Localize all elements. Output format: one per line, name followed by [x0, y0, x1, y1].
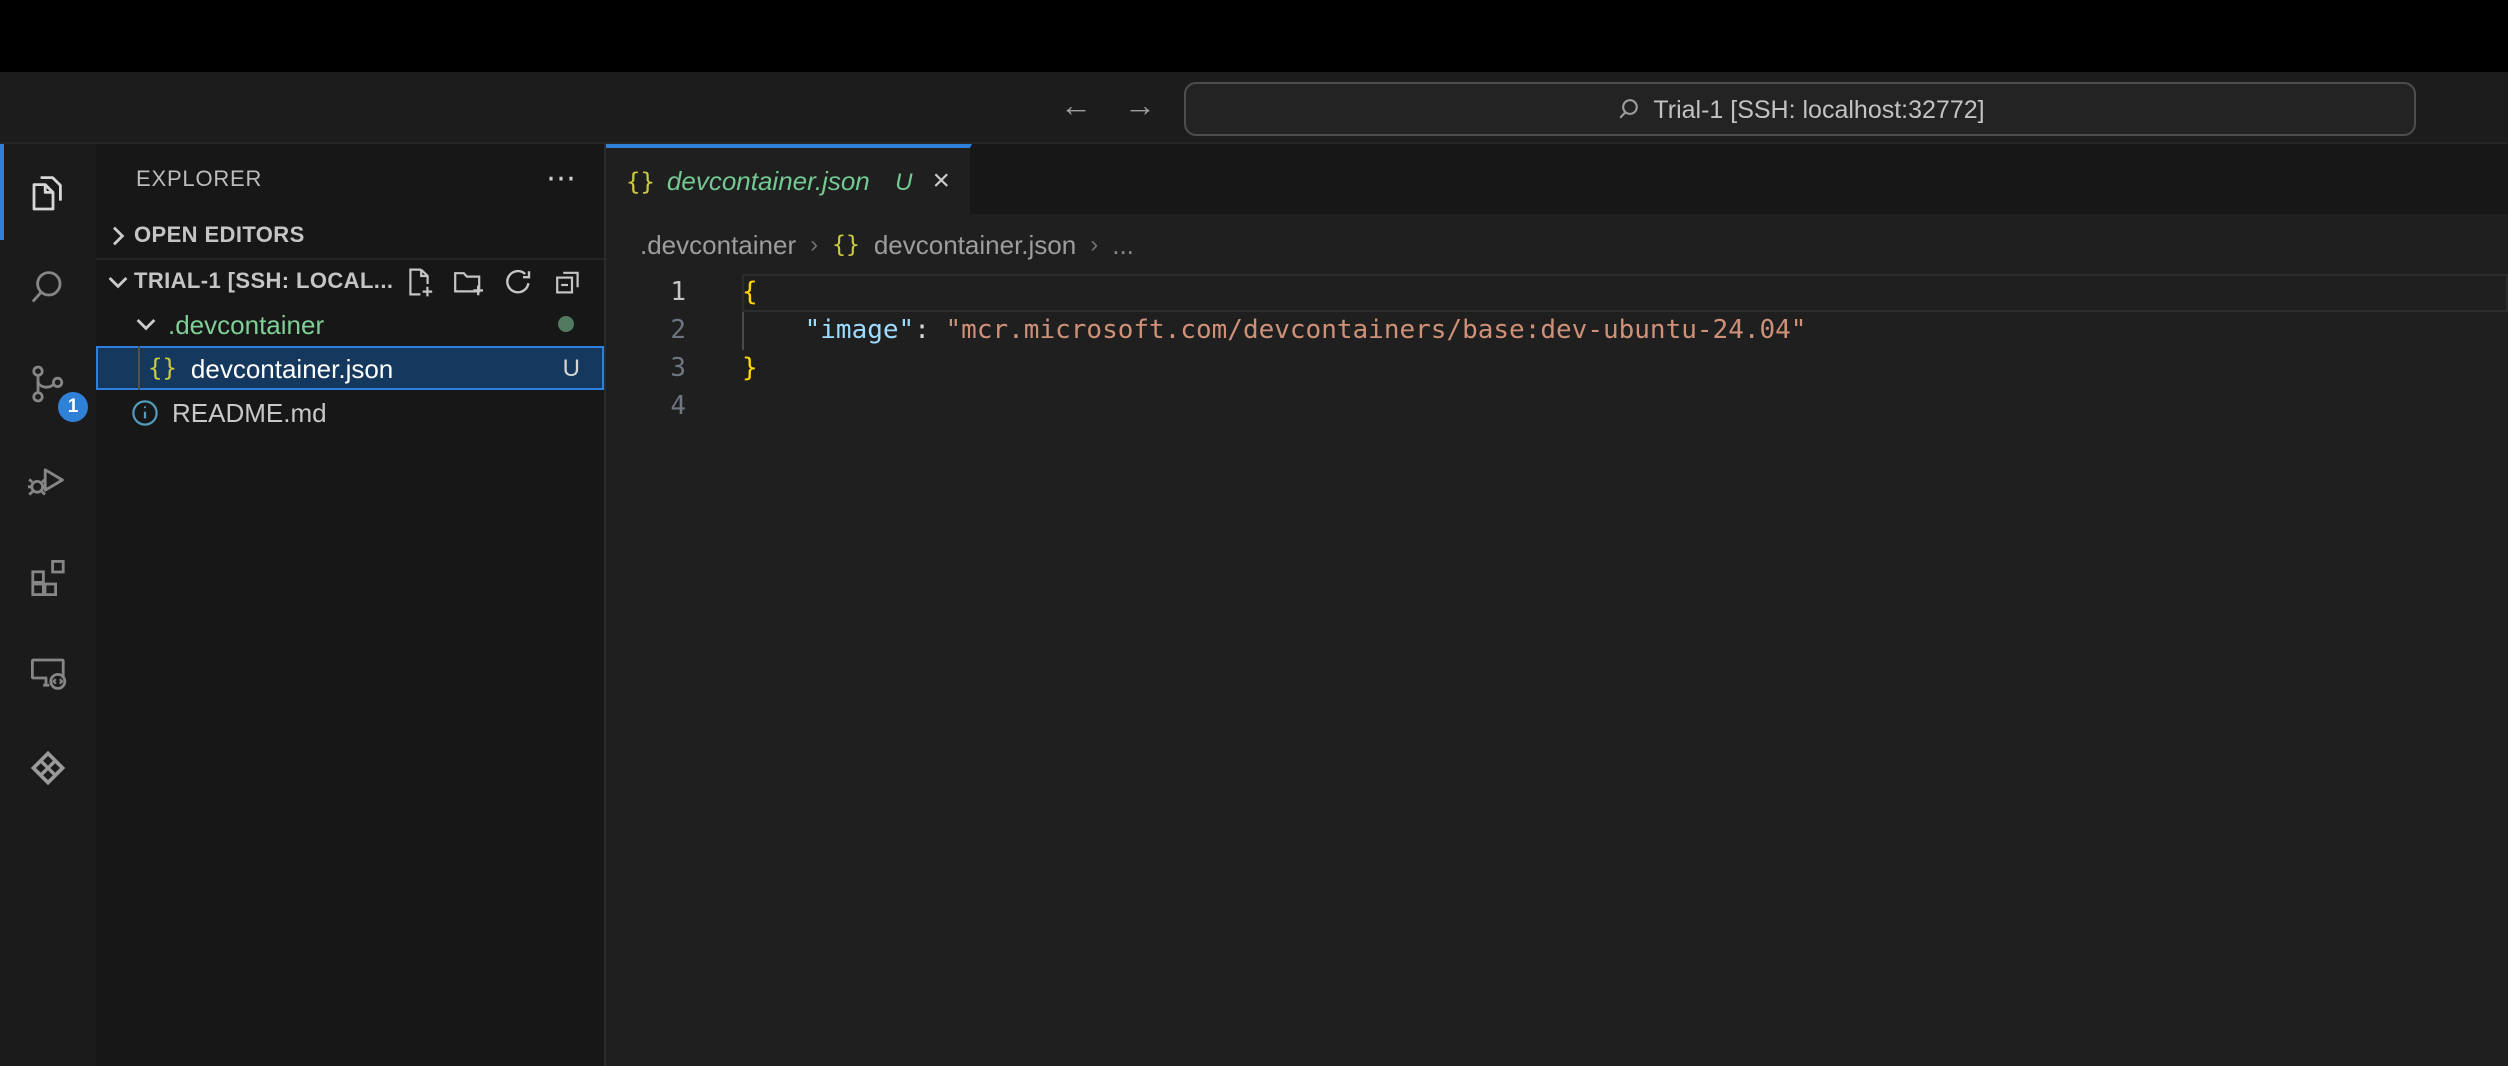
indent-guide	[742, 312, 744, 350]
vscode-window: ← → Trial-1 [SSH: localhost:32772]	[0, 0, 2508, 1066]
new-folder-icon[interactable]	[452, 265, 484, 297]
json-file-icon: {}	[832, 230, 860, 258]
collapse-all-icon[interactable]	[552, 265, 584, 297]
breadcrumb: .devcontainer › {} devcontainer.json › .…	[606, 214, 2508, 274]
activitybar-search[interactable]	[0, 240, 96, 336]
file-name: README.md	[172, 397, 327, 427]
tree-item-readme[interactable]: README.md	[96, 390, 604, 434]
code-line-3: 3 }	[606, 350, 2508, 388]
activitybar-run-debug[interactable]	[0, 432, 96, 528]
new-file-icon[interactable]	[402, 265, 434, 297]
explorer-actions	[402, 265, 584, 297]
activitybar-marketplace-diamond[interactable]	[0, 720, 96, 816]
code-editor[interactable]: 1 { 2 "image": "mcr.microsoft.com/devcon…	[606, 274, 2508, 1066]
search-icon	[1615, 96, 1641, 122]
json-file-icon: {}	[148, 354, 177, 382]
line-number: 3	[606, 350, 686, 388]
activitybar-remote-explorer[interactable]	[0, 624, 96, 720]
files-icon	[28, 168, 72, 216]
code-line-2: 2 "image": "mcr.microsoft.com/devcontain…	[606, 312, 2508, 350]
file-name: devcontainer.json	[191, 353, 563, 383]
tree-indent-guide	[138, 346, 140, 390]
tab-bar: {} devcontainer.json U ×	[606, 144, 2508, 214]
search-icon	[24, 264, 72, 312]
editor-area: {} devcontainer.json U × .devcontainer ›…	[606, 144, 2508, 1066]
open-editors-label: OPEN EDITORS	[134, 224, 604, 248]
tree-item-devcontainer-json[interactable]: {} devcontainer.json U	[96, 346, 604, 390]
property-token: "image"	[805, 316, 915, 346]
extensions-icon	[24, 552, 72, 600]
titlebar: ← → Trial-1 [SSH: localhost:32772]	[0, 72, 2508, 144]
git-untracked-dot	[558, 316, 574, 332]
code-line-1: 1 {	[606, 274, 2508, 312]
chevron-down-icon	[130, 308, 162, 340]
breadcrumb-symbol[interactable]: ...	[1112, 229, 1134, 259]
tab-devcontainer-json[interactable]: {} devcontainer.json U ×	[606, 144, 972, 214]
line-number: 1	[606, 274, 686, 312]
open-brace-token: {	[742, 278, 758, 308]
project-section[interactable]: TRIAL-1 [SSH: LOCAL...	[96, 258, 604, 302]
command-center-label: Trial-1 [SSH: localhost:32772]	[1653, 95, 1984, 123]
sidebar-explorer: EXPLORER ⋯ OPEN EDITORS TRIAL-1 [SSH: LO…	[96, 144, 606, 1066]
info-icon	[130, 397, 160, 427]
history-navigation: ← →	[1054, 72, 1162, 142]
space-token	[930, 316, 946, 346]
scm-changes-badge: 1	[58, 392, 88, 422]
sidebar-title: EXPLORER	[136, 167, 546, 191]
debug-icon	[24, 456, 72, 504]
open-editors-section[interactable]: OPEN EDITORS	[96, 214, 604, 258]
git-untracked-badge: U	[563, 354, 580, 382]
more-actions-icon[interactable]: ⋯	[546, 164, 576, 194]
colon-token: :	[914, 316, 930, 346]
activitybar-source-control[interactable]: 1	[0, 336, 96, 432]
command-center-search[interactable]: Trial-1 [SSH: localhost:32772]	[1184, 82, 2416, 136]
tab-git-badge: U	[895, 167, 912, 195]
folder-name: .devcontainer	[168, 309, 558, 339]
back-arrow-icon[interactable]: ←	[1054, 85, 1098, 129]
diamond-grid-icon	[24, 744, 72, 792]
activitybar-explorer[interactable]	[0, 144, 96, 240]
project-label: TRIAL-1 [SSH: LOCAL...	[134, 269, 402, 293]
chevron-right-icon	[102, 220, 134, 252]
activity-bar: 1	[0, 144, 96, 1066]
breadcrumb-file[interactable]: devcontainer.json	[874, 229, 1076, 259]
line-number: 4	[606, 388, 686, 426]
json-file-icon: {}	[626, 167, 655, 195]
tree-item-devcontainer-folder[interactable]: .devcontainer	[96, 302, 604, 346]
close-icon[interactable]: ×	[932, 166, 950, 196]
string-token: "mcr.microsoft.com/devcontainers/base:de…	[946, 316, 1807, 346]
chevron-separator-icon: ›	[1090, 230, 1098, 258]
activitybar-extensions[interactable]	[0, 528, 96, 624]
macos-menubar-strip	[0, 0, 2508, 72]
chevron-down-icon	[102, 265, 134, 297]
breadcrumb-folder[interactable]: .devcontainer	[640, 229, 796, 259]
chevron-separator-icon: ›	[810, 230, 818, 258]
close-brace-token: }	[742, 354, 758, 384]
refresh-icon[interactable]	[502, 265, 534, 297]
forward-arrow-icon[interactable]: →	[1118, 85, 1162, 129]
sidebar-header: EXPLORER ⋯	[96, 144, 604, 214]
tab-label: devcontainer.json	[667, 166, 883, 196]
remote-explorer-icon	[24, 648, 72, 696]
code-line-4: 4	[606, 388, 2508, 426]
indent-token	[742, 316, 805, 346]
line-number: 2	[606, 312, 686, 350]
